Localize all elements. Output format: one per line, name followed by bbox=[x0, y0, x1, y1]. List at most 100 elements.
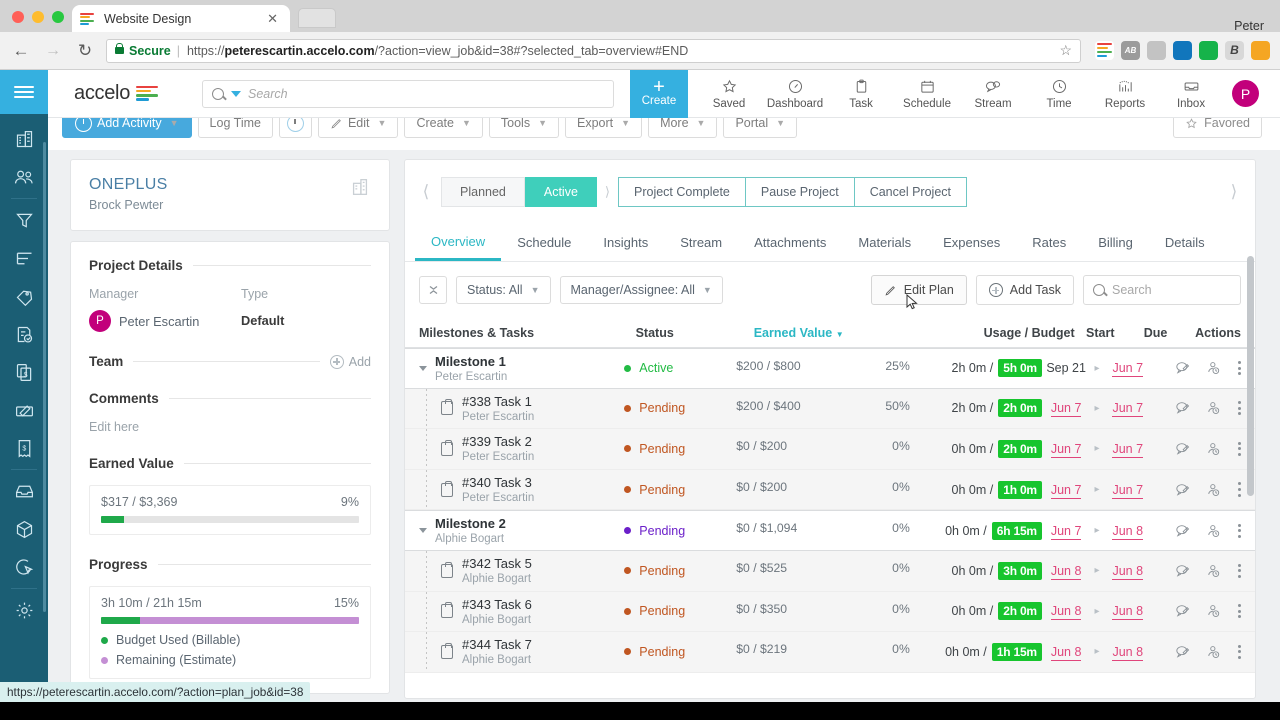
nav-saved[interactable]: Saved bbox=[696, 70, 762, 118]
start-date-link[interactable]: Jun 8 bbox=[1050, 563, 1082, 580]
status-planned-button[interactable]: Planned bbox=[441, 177, 525, 207]
comment-edit-icon[interactable] bbox=[1174, 523, 1191, 539]
nav-inbox[interactable]: Inbox bbox=[1158, 70, 1224, 118]
row-menu-icon[interactable] bbox=[1238, 563, 1241, 578]
assign-time-icon[interactable] bbox=[1205, 563, 1222, 579]
row-status-cell[interactable]: Pending bbox=[624, 442, 736, 456]
row-start-cell[interactable]: Jun 7 bbox=[1042, 523, 1091, 540]
nav-reports[interactable]: Reports bbox=[1092, 70, 1158, 118]
row-start-cell[interactable]: Jun 8 bbox=[1042, 563, 1091, 580]
sidebar-item-companies[interactable] bbox=[0, 120, 48, 158]
company-name[interactable]: ONEPLUS bbox=[89, 176, 168, 194]
milestone-row[interactable]: Milestone 1 Peter Escartin Active $200 / $8… bbox=[405, 348, 1255, 389]
manager-name[interactable]: Peter Escartin bbox=[119, 314, 199, 329]
collapse-triangle-icon[interactable] bbox=[419, 528, 427, 534]
row-due-cell[interactable]: Jun 8 bbox=[1103, 644, 1152, 661]
due-date-link[interactable]: Jun 7 bbox=[1112, 361, 1144, 378]
back-icon[interactable]: ← bbox=[10, 42, 32, 59]
cancel-project-button[interactable]: Cancel Project bbox=[854, 177, 967, 207]
sidebar-item-requests[interactable] bbox=[0, 315, 48, 353]
task-search-box[interactable]: Search bbox=[1083, 275, 1241, 305]
favored-button[interactable]: Favored bbox=[1173, 118, 1262, 138]
comments-edit-link[interactable]: Edit here bbox=[89, 420, 371, 434]
add-task-button[interactable]: Add Task bbox=[975, 275, 1074, 305]
row-menu-icon[interactable] bbox=[1238, 604, 1241, 619]
start-date-link[interactable]: Jun 8 bbox=[1050, 604, 1082, 621]
row-due-cell[interactable]: Jun 8 bbox=[1103, 604, 1152, 621]
row-title[interactable]: #338 Task 1 bbox=[462, 394, 532, 409]
comment-edit-icon[interactable] bbox=[1174, 603, 1191, 619]
row-title[interactable]: #342 Task 5 bbox=[462, 556, 532, 571]
global-search-box[interactable]: Search bbox=[202, 79, 615, 108]
start-date-link[interactable]: Jun 8 bbox=[1050, 644, 1082, 661]
sidebar-toggle-button[interactable] bbox=[0, 70, 48, 114]
row-status-cell[interactable]: Pending bbox=[624, 645, 736, 659]
green-circle-extension-icon[interactable] bbox=[1199, 41, 1218, 60]
accelo-logo[interactable]: accelo bbox=[74, 82, 160, 105]
more-button[interactable]: More ▼ bbox=[648, 118, 718, 138]
tab-insights[interactable]: Insights bbox=[587, 224, 664, 261]
close-window-button[interactable] bbox=[12, 11, 24, 23]
sidebar-item-settings[interactable] bbox=[0, 591, 48, 629]
add-activity-button[interactable]: Add Activity ▼ bbox=[62, 118, 192, 138]
task-row[interactable]: #344 Task 7 Alphie Bogart Pending $0 / $219… bbox=[405, 632, 1255, 673]
row-due-cell[interactable]: Jun 8 bbox=[1103, 563, 1152, 580]
row-due-cell[interactable]: Jun 7 bbox=[1103, 401, 1152, 418]
minimize-window-button[interactable] bbox=[32, 11, 44, 23]
edit-button[interactable]: Edit ▼ bbox=[317, 118, 399, 138]
due-date-link[interactable]: Jun 8 bbox=[1112, 604, 1144, 621]
accelo-extension-icon[interactable] bbox=[1095, 41, 1114, 60]
sidebar-item-filter[interactable] bbox=[0, 201, 48, 239]
edit-plan-button[interactable]: Edit Plan bbox=[870, 275, 967, 310]
sidebar-item-tags[interactable] bbox=[0, 277, 48, 315]
assign-time-icon[interactable] bbox=[1205, 360, 1222, 376]
collapse-triangle-icon[interactable] bbox=[419, 365, 427, 371]
shield-extension-icon[interactable] bbox=[1147, 41, 1166, 60]
nav-stream[interactable]: Stream bbox=[960, 70, 1026, 118]
tab-expenses[interactable]: Expenses bbox=[927, 224, 1016, 261]
team-add-button[interactable]: Add bbox=[329, 354, 371, 369]
task-search-input[interactable]: Search bbox=[1112, 283, 1152, 297]
row-start-cell[interactable]: Jun 8 bbox=[1042, 604, 1091, 621]
status-prev-arrow-icon[interactable]: ⟨ bbox=[415, 182, 437, 202]
row-title[interactable]: #340 Task 3 bbox=[462, 475, 532, 490]
maximize-window-button[interactable] bbox=[52, 11, 64, 23]
reload-icon[interactable]: ↻ bbox=[74, 42, 96, 59]
row-menu-icon[interactable] bbox=[1238, 361, 1241, 376]
tab-overview[interactable]: Overview bbox=[415, 224, 502, 261]
row-due-cell[interactable]: Jun 7 bbox=[1103, 361, 1152, 378]
column-earned-value[interactable]: Earned Value ▼ bbox=[754, 326, 959, 340]
sidebar-scrollbar[interactable] bbox=[43, 142, 46, 612]
sidebar-item-assets[interactable] bbox=[0, 510, 48, 548]
start-date-link[interactable]: Jun 7 bbox=[1050, 441, 1082, 458]
log-time-button[interactable]: Log Time bbox=[197, 118, 273, 138]
manager-value[interactable]: P Peter Escartin bbox=[89, 310, 241, 332]
row-status-cell[interactable]: Pending bbox=[624, 401, 736, 415]
timer-button[interactable] bbox=[278, 118, 312, 138]
row-due-cell[interactable]: Jun 7 bbox=[1103, 482, 1152, 499]
sidebar-item-receipts[interactable]: $ bbox=[0, 429, 48, 467]
row-start-cell[interactable]: Sep 21 bbox=[1042, 361, 1091, 375]
row-start-cell[interactable]: Jun 7 bbox=[1042, 401, 1091, 418]
tab-rates[interactable]: Rates bbox=[1016, 224, 1082, 261]
nav-dashboard[interactable]: Dashboard bbox=[762, 70, 828, 118]
start-date-link[interactable]: Jun 7 bbox=[1050, 523, 1082, 540]
row-due-cell[interactable]: Jun 7 bbox=[1103, 441, 1152, 458]
status-active-button[interactable]: Active bbox=[524, 177, 597, 207]
comment-edit-icon[interactable] bbox=[1174, 360, 1191, 376]
row-status-cell[interactable]: Pending bbox=[624, 524, 736, 538]
comment-edit-icon[interactable] bbox=[1174, 400, 1191, 416]
create-menu-button[interactable]: Create ▼ bbox=[404, 118, 483, 138]
due-date-link[interactable]: Jun 7 bbox=[1112, 401, 1144, 418]
sidebar-item-tracking[interactable] bbox=[0, 548, 48, 586]
company-card[interactable]: ONEPLUS Brock Pewter bbox=[70, 159, 390, 231]
tab-attachments[interactable]: Attachments bbox=[738, 224, 842, 261]
table-scrollbar[interactable] bbox=[1247, 256, 1254, 496]
assign-time-icon[interactable] bbox=[1205, 482, 1222, 498]
create-button[interactable]: + Create bbox=[630, 69, 689, 118]
browser-tab[interactable]: Website Design ✕ bbox=[72, 5, 290, 32]
row-title[interactable]: Milestone 2 bbox=[435, 516, 506, 531]
assign-time-icon[interactable] bbox=[1205, 441, 1222, 457]
row-start-cell[interactable]: Jun 7 bbox=[1042, 441, 1091, 458]
nav-time[interactable]: Time bbox=[1026, 70, 1092, 118]
